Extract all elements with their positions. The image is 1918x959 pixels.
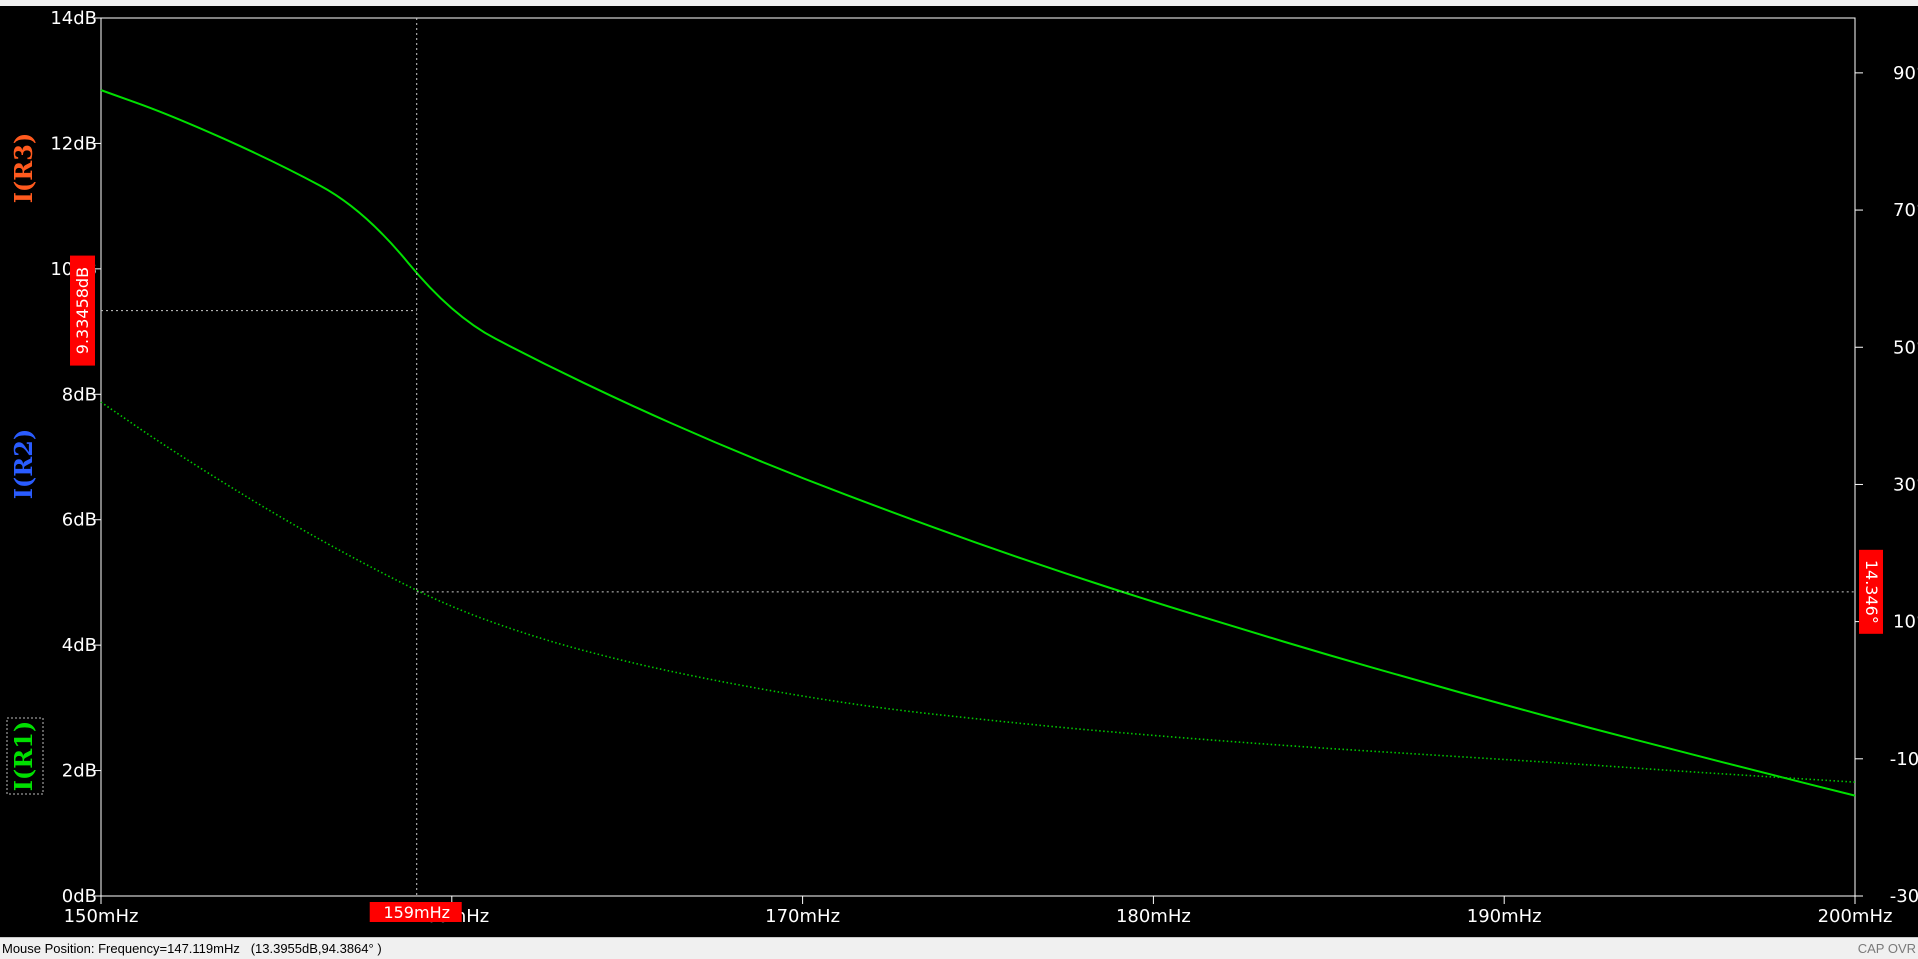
- plot-border: [100, 17, 1856, 897]
- cursor-magnitude-label[interactable]: 9.33458dB: [73, 267, 92, 354]
- right-tick-label: -30°: [1890, 886, 1918, 907]
- x-tick-label: 190mHz: [1467, 906, 1542, 927]
- trace-label-ir3: I(R3): [9, 133, 38, 204]
- left-tick-label: 8dB: [62, 384, 97, 405]
- cursor[interactable]: 159mHz 9.33458dB 14.346°: [70, 18, 1883, 922]
- keyboard-indicators: CAP OVR: [1857, 941, 1916, 956]
- right-tick-label: 30°: [1893, 474, 1918, 495]
- right-tick-label: 50°: [1893, 337, 1918, 358]
- mouse-position-readout: Mouse Position: Frequency=147.119mHz (13…: [2, 941, 382, 956]
- left-tick-label: 12dB: [50, 133, 97, 154]
- magnitude-trace: [100, 89, 1856, 797]
- left-tick-label: 2dB: [62, 761, 97, 782]
- trace-label-ir2: I(R2): [9, 429, 38, 500]
- right-tick-label: 70°: [1893, 200, 1918, 221]
- bode-plot[interactable]: 150mHz160mHz170mHz180mHz190mHz200mHz 0dB…: [0, 6, 1918, 936]
- series-lines: [100, 89, 1856, 797]
- right-tick-label: -10°: [1890, 749, 1918, 770]
- status-bar: Mouse Position: Frequency=147.119mHz (13…: [0, 937, 1918, 959]
- left-axis-ticks: 0dB2dB4dB6dB8dB10dB12dB14dB: [50, 8, 101, 907]
- x-axis-ticks: 150mHz160mHz170mHz180mHz190mHz200mHz: [64, 896, 1893, 927]
- cursor-phase-label[interactable]: 14.346°: [1862, 560, 1881, 624]
- plot-frame: [100, 17, 1856, 897]
- trace-labels: I(R3) I(R2) I(R1): [6, 133, 44, 795]
- left-tick-label: 6dB: [62, 510, 97, 531]
- right-tick-label: 90°: [1893, 63, 1918, 84]
- x-tick-label: 180mHz: [1116, 906, 1191, 927]
- trace-label-ir1: I(R1): [9, 721, 38, 792]
- left-tick-label: 14dB: [50, 8, 97, 29]
- x-tick-label: 200mHz: [1818, 906, 1893, 927]
- x-tick-label: 170mHz: [765, 906, 840, 927]
- right-axis-ticks: 90° 70° 50° 30° 10° -10° -30°: [1855, 63, 1918, 907]
- right-tick-label: 10°: [1893, 612, 1918, 633]
- left-tick-label: 0dB: [62, 886, 97, 907]
- x-tick-label: 150mHz: [64, 906, 139, 927]
- left-tick-label: 4dB: [62, 635, 97, 656]
- cursor-frequency-label[interactable]: 159mHz: [383, 903, 450, 922]
